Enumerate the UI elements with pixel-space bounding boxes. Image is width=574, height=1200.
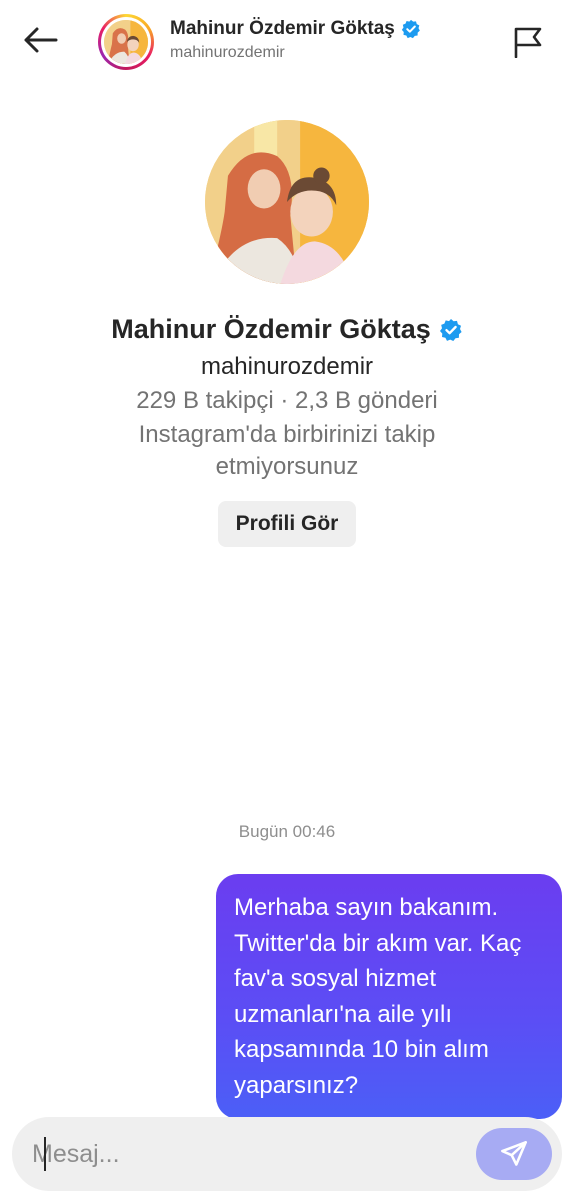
- profile-avatar-photo: [205, 120, 369, 284]
- message-timestamp: Bugün 00:46: [238, 822, 336, 841]
- message-input[interactable]: [32, 1117, 452, 1191]
- profile-username: mahinurozdemir: [200, 353, 374, 380]
- header-name[interactable]: Mahinur Özdemir Göktaş: [170, 18, 395, 40]
- message-composer: [12, 1117, 562, 1191]
- back-button[interactable]: [20, 22, 60, 58]
- avatar-photo: [104, 20, 148, 64]
- report-button[interactable]: [508, 22, 548, 62]
- flag-icon: [514, 27, 542, 58]
- profile-card: Mahinur Özdemir Göktaş mahinurozdemir 22…: [0, 120, 574, 547]
- back-arrow-icon: [24, 27, 58, 53]
- sent-message-bubble[interactable]: Merhaba sayın bakanım. Twitter'da bir ak…: [216, 874, 562, 1119]
- header-username: mahinurozdemir: [170, 44, 285, 61]
- chat-header: Mahinur Özdemir Göktaş mahinurozdemir: [0, 0, 574, 84]
- verified-badge-icon: [439, 318, 462, 341]
- view-profile-button[interactable]: Profili Gör: [217, 501, 357, 547]
- send-icon: [501, 1141, 527, 1166]
- verified-badge-icon: [401, 19, 420, 39]
- follow-status: Instagram'da birbirinizi takip etmiyorsu…: [138, 421, 436, 480]
- send-button[interactable]: [476, 1128, 552, 1180]
- profile-name: Mahinur Özdemir Göktaş: [111, 314, 431, 344]
- text-caret: [44, 1137, 46, 1171]
- profile-stats: 229 B takipçi · 2,3 B gönderi: [136, 387, 438, 414]
- profile-avatar[interactable]: [205, 120, 369, 284]
- header-avatar[interactable]: [98, 14, 154, 70]
